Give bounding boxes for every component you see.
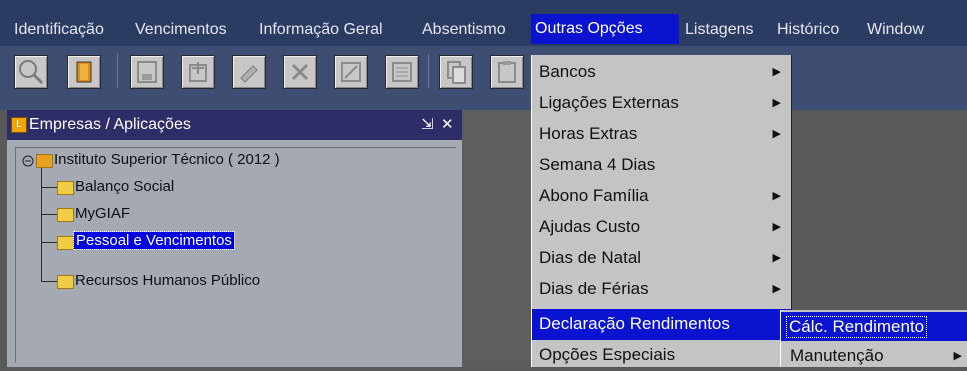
list-icon — [392, 62, 412, 82]
outras-opcoes-dropdown: Bancos ▶ Ligações Externas ▶ Horas Extras ▶… — [531, 55, 792, 367]
menu-item-horas-extras[interactable]: Horas Extras ▶ — [532, 119, 791, 150]
tree-connector — [41, 214, 57, 215]
menu-item-dias-de-ferias[interactable]: Dias de Férias ▶ — [532, 274, 791, 305]
folder-icon — [57, 181, 74, 195]
menu-item-ajudas-custo[interactable]: Ajudas Custo ▶ — [532, 212, 791, 243]
submenu-arrow-icon: ▶ — [772, 283, 781, 295]
submenu-arrow-icon: ▶ — [772, 97, 781, 109]
submenu-arrow-icon: ▶ — [772, 252, 781, 264]
menu-item-opcoes-especiais[interactable]: Opções Especiais — [532, 340, 791, 371]
submenu-arrow-icon: ▶ — [772, 128, 781, 140]
declaracao-rendimentos-submenu: Cálc. Rendimento Manutenção ▶ — [780, 310, 967, 367]
menu-listagens[interactable]: Listagens — [681, 15, 758, 45]
application-icon: L — [11, 117, 27, 133]
submenu-arrow-icon: ▶ — [772, 221, 781, 233]
toolbar — [0, 46, 967, 110]
tree-root-label[interactable]: Instituto Superior Técnico ( 2012 ) — [54, 151, 280, 168]
menu-item-dias-de-natal[interactable]: Dias de Natal ▶ — [532, 243, 791, 274]
folder-icon — [57, 275, 74, 289]
tree-item[interactable]: MyGIAF — [75, 205, 130, 222]
menu-absentismo[interactable]: Absentismo — [418, 15, 510, 45]
toolbar-separator — [428, 54, 429, 88]
submenu-item-calc-rendimento[interactable]: Cálc. Rendimento — [781, 312, 967, 341]
toolbar-separator — [117, 54, 118, 88]
tree-item[interactable]: Balanço Social — [75, 178, 174, 195]
insert-record-icon — [189, 62, 207, 82]
copy-icon — [447, 61, 466, 84]
submenu-arrow-icon: ▶ — [953, 350, 962, 362]
search-button[interactable] — [14, 55, 48, 89]
list-button[interactable] — [385, 55, 419, 89]
menu-informacao-geral[interactable]: Informação Geral — [255, 15, 387, 45]
building-icon — [36, 154, 53, 168]
submenu-item-manutencao[interactable]: Manutenção ▶ — [781, 341, 967, 370]
delete-record-button[interactable] — [283, 55, 317, 89]
tree-connector — [41, 242, 57, 243]
exit-button[interactable] — [67, 55, 101, 89]
save-icon — [137, 61, 157, 83]
exit-door-icon — [76, 61, 92, 83]
edit-record-button[interactable] — [232, 55, 266, 89]
menu-item-semana-4-dias[interactable]: Semana 4 Dias — [532, 150, 791, 181]
edit-record-icon — [240, 65, 258, 83]
paste-icon — [498, 61, 516, 83]
delete-record-icon — [291, 63, 309, 81]
tree-item-selected[interactable]: Pessoal e Vencimentos — [73, 231, 235, 250]
search-icon — [19, 60, 44, 85]
panel-title-bar: L Empresas / Aplicações ⇲ ✕ — [7, 110, 462, 140]
insert-record-button[interactable] — [181, 55, 215, 89]
workspace-background — [462, 110, 532, 367]
application-tree: Instituto Superior Técnico ( 2012 ) Bala… — [15, 147, 456, 363]
menu-outras-opcoes[interactable]: Outras Opções — [531, 14, 679, 44]
menu-item-bancos[interactable]: Bancos ▶ — [532, 57, 791, 88]
close-icon[interactable]: ✕ — [441, 115, 454, 133]
tree-connector — [41, 168, 42, 281]
minimize-icon[interactable]: ⇲ — [421, 115, 434, 133]
folder-icon — [57, 208, 74, 222]
folder-icon — [57, 236, 74, 250]
clear-icon — [341, 62, 361, 82]
menu-item-abono-familia[interactable]: Abono Família ▶ — [532, 181, 791, 212]
menu-vencimentos[interactable]: Vencimentos — [131, 15, 231, 45]
paste-button[interactable] — [490, 55, 524, 89]
menu-identificacao[interactable]: Identificação — [10, 15, 108, 45]
collapse-icon[interactable] — [22, 155, 34, 167]
submenu-arrow-icon: ▶ — [772, 66, 781, 78]
save-button[interactable] — [130, 55, 164, 89]
menu-window[interactable]: Window — [863, 15, 928, 45]
tree-connector — [41, 187, 57, 188]
panel-title: Empresas / Aplicações — [29, 116, 191, 133]
menu-bar: Identificação Vencimentos Informação Ger… — [0, 0, 967, 46]
menu-item-declaracao-rendimentos[interactable]: Declaração Rendimentos▶ — [532, 309, 791, 340]
tree-connector — [41, 281, 57, 282]
menu-item-ligacoes-externas[interactable]: Ligações Externas ▶ — [532, 88, 791, 119]
empresas-aplicacoes-panel: L Empresas / Aplicações ⇲ ✕ Instituto Su… — [7, 110, 462, 367]
tree-item[interactable]: Recursos Humanos Público — [75, 272, 260, 289]
copy-button[interactable] — [439, 55, 473, 89]
clear-button[interactable] — [334, 55, 368, 89]
menu-historico[interactable]: Histórico — [773, 15, 843, 45]
submenu-arrow-icon: ▶ — [772, 190, 781, 202]
